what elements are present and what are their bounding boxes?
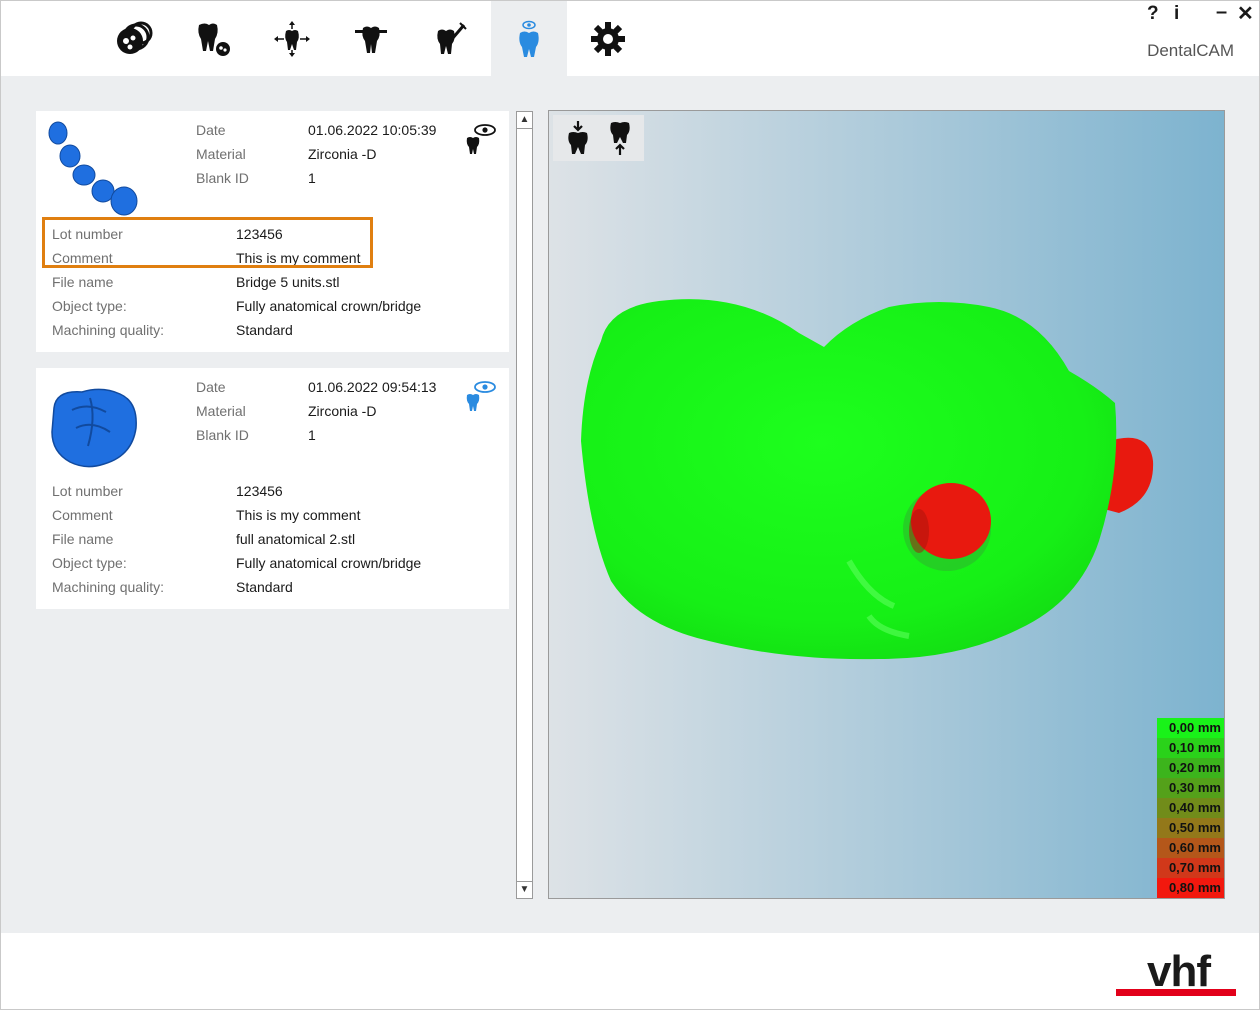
scroll-up-arrow-icon[interactable]: ▲ <box>517 112 532 129</box>
crown-thumbnail <box>51 388 137 468</box>
view-from-top-icon[interactable] <box>563 121 593 155</box>
scroll-down-arrow-icon[interactable]: ▼ <box>517 881 532 898</box>
settings-button[interactable] <box>570 1 646 76</box>
lot-number-value: 123456 <box>236 483 283 499</box>
tooth-preview-icon <box>519 20 539 57</box>
main-toolbar: ? i – ✕ DentalCAM <box>1 1 1259 76</box>
file-name-value: full anatomical 2.stl <box>236 531 356 547</box>
tooth-holder-button[interactable] <box>333 1 409 76</box>
vhf-logo: vhf <box>1116 949 1236 996</box>
tooth-tool-icon <box>437 21 467 54</box>
blank-id-value: 1 <box>308 170 316 186</box>
legend-row: 0,80 mm <box>1157 878 1224 898</box>
info-button[interactable]: i <box>1174 3 1179 25</box>
preview-eye-icon[interactable] <box>464 378 500 418</box>
tooth-preview-button[interactable] <box>491 1 567 76</box>
blank-id-label: Blank ID <box>196 427 249 443</box>
deviation-legend: 0,00 mm 0,10 mm 0,20 mm 0,30 mm 0,40 mm 0,50 … <box>1157 718 1224 898</box>
tooth-positioning-button[interactable] <box>254 1 330 76</box>
job-list-scrollbar[interactable]: ▲ ▼ <box>516 111 533 899</box>
svg-text:vhf: vhf <box>1147 949 1211 996</box>
legend-row: 0,70 mm <box>1157 858 1224 878</box>
object-type-value: Fully anatomical crown/bridge <box>236 555 422 571</box>
job-card[interactable]: Date 01.06.2022 09:54:13 Material Zircon… <box>36 368 509 609</box>
object-type-value: Fully anatomical crown/bridge <box>236 298 422 314</box>
file-name-value: Bridge 5 units.stl <box>236 274 340 290</box>
bridge-thumbnail <box>48 121 138 216</box>
close-button[interactable]: ✕ <box>1237 1 1254 26</box>
date-value: 01.06.2022 10:05:39 <box>308 122 437 138</box>
machining-quality-label: Machining quality: <box>52 579 165 595</box>
file-name-label: File name <box>52 531 114 547</box>
material-value: Zirconia -D <box>308 146 377 162</box>
machining-quality-value: Standard <box>236 322 293 338</box>
date-label: Date <box>196 379 226 395</box>
lot-comment-highlight <box>42 217 373 268</box>
tooth-holder-icon <box>355 26 387 53</box>
help-button[interactable]: ? <box>1147 3 1159 25</box>
legend-row: 0,60 mm <box>1157 838 1224 858</box>
preview-eye-icon[interactable] <box>464 121 500 161</box>
tooth-positioning-icon <box>274 20 310 57</box>
tooth-tool-button[interactable] <box>412 1 488 76</box>
material-label: Material <box>196 146 246 162</box>
minimize-button[interactable]: – <box>1216 1 1227 24</box>
legend-row: 0,40 mm <box>1157 798 1224 818</box>
view-toolbar <box>553 115 644 161</box>
lot-number-label: Lot number <box>52 483 123 499</box>
blank-id-label: Blank ID <box>196 170 249 186</box>
object-type-label: Object type: <box>52 298 127 314</box>
machining-quality-label: Machining quality: <box>52 322 165 338</box>
date-value: 01.06.2022 09:54:13 <box>308 379 437 395</box>
legend-row: 0,30 mm <box>1157 778 1224 798</box>
object-type-label: Object type: <box>52 555 127 571</box>
legend-row: 0,10 mm <box>1157 738 1224 758</box>
material-value: Zirconia -D <box>308 403 377 419</box>
blank-id-value: 1 <box>308 427 316 443</box>
file-name-label: File name <box>52 274 114 290</box>
comment-value: This is my comment <box>236 507 361 523</box>
material-label: Material <box>196 403 246 419</box>
blank-magazine-icon <box>117 21 153 54</box>
main-area: Date 01.06.2022 10:05:39 Material Zircon… <box>1 76 1259 933</box>
tooth-blank-icon <box>198 23 230 56</box>
3d-viewer[interactable]: 0,00 mm 0,10 mm 0,20 mm 0,30 mm 0,40 mm 0,50 … <box>548 110 1225 899</box>
app-title: DentalCAM <box>1147 41 1234 60</box>
legend-row: 0,00 mm <box>1157 718 1224 738</box>
footer-bar: vhf <box>1 933 1259 1008</box>
comment-label: Comment <box>52 507 113 523</box>
settings-gear-icon <box>591 21 625 56</box>
tooth-blank-button[interactable] <box>175 1 251 76</box>
legend-row: 0,20 mm <box>1157 758 1224 778</box>
view-from-bottom-icon[interactable] <box>605 121 635 155</box>
machining-quality-value: Standard <box>236 579 293 595</box>
crown-3d-model <box>581 299 1154 660</box>
legend-row: 0,50 mm <box>1157 818 1224 838</box>
blank-magazine-button[interactable] <box>96 1 172 76</box>
date-label: Date <box>196 122 226 138</box>
